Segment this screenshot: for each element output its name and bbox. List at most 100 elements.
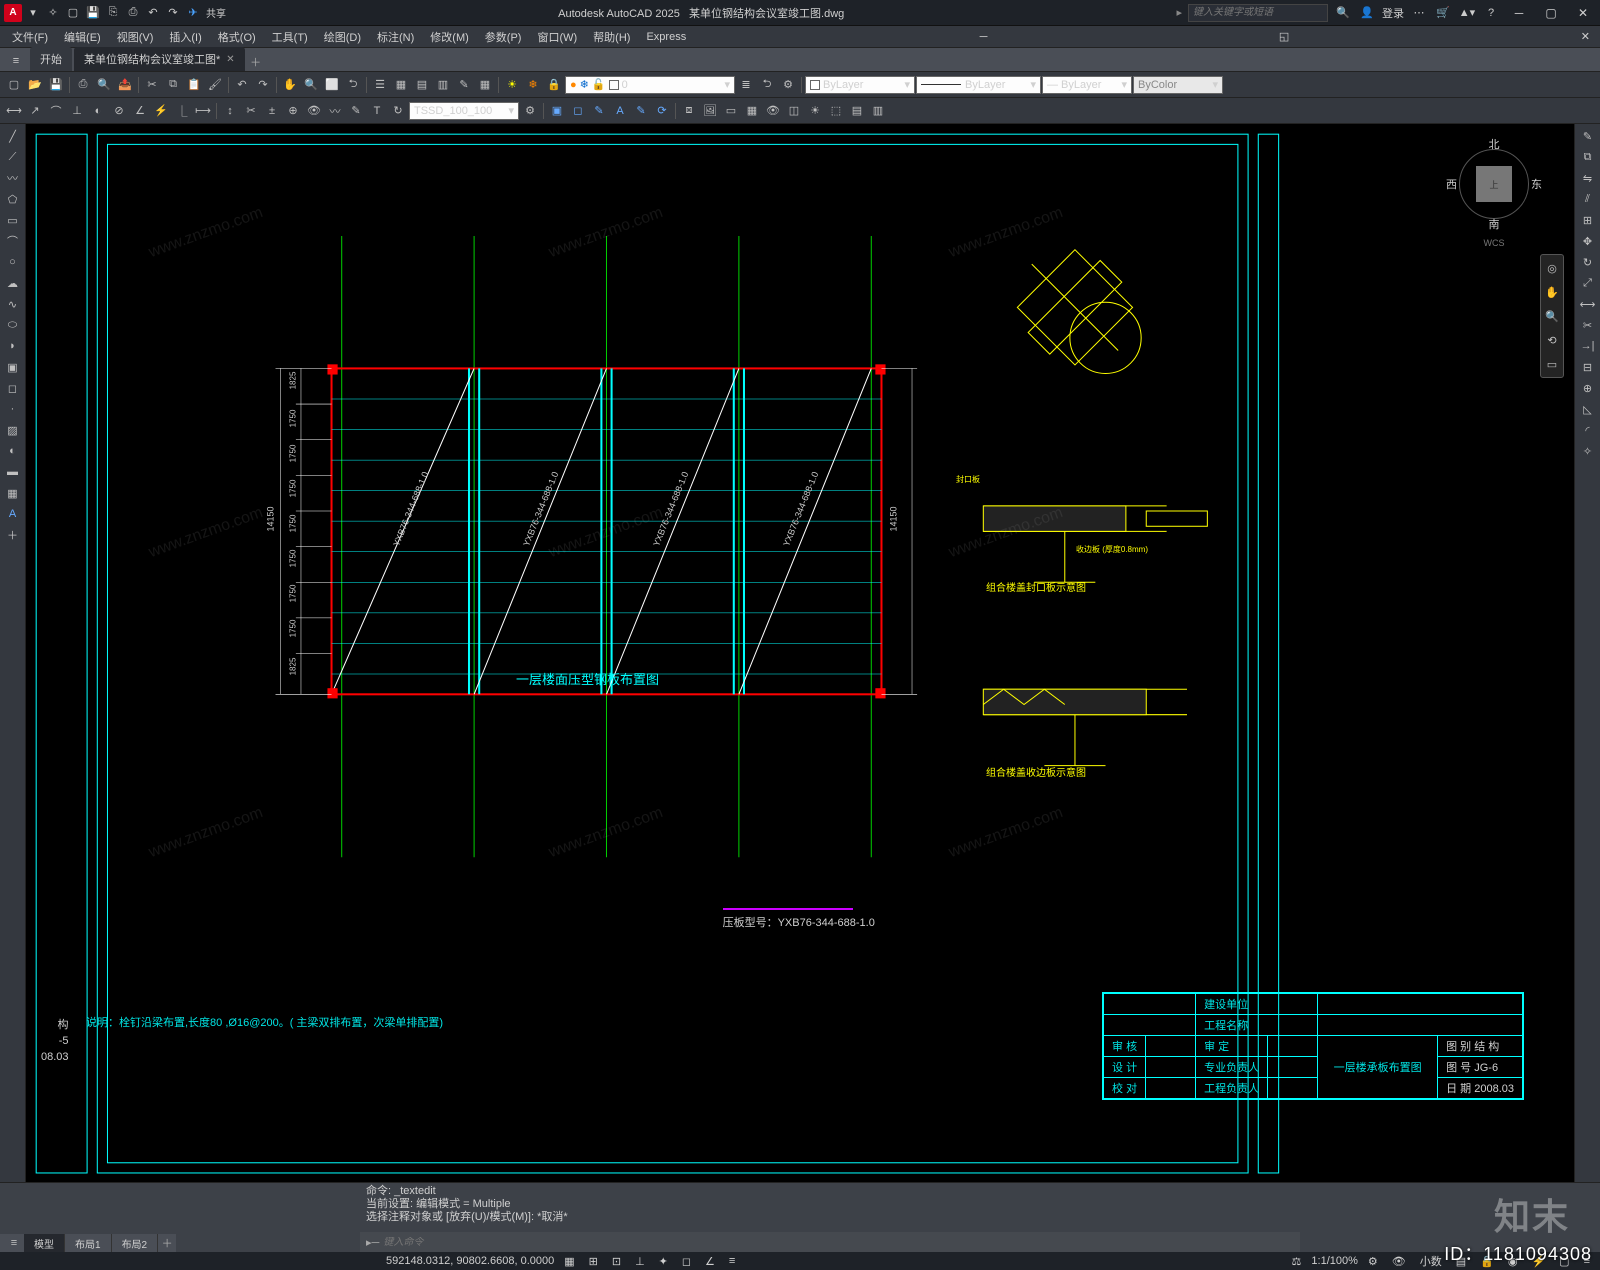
misc3-icon[interactable]: ▥ <box>868 101 888 121</box>
view-icon[interactable]: 👁 <box>763 101 783 121</box>
cut-icon[interactable]: ✂ <box>142 75 162 95</box>
redo-icon[interactable]: ↷ <box>164 4 182 22</box>
viewcube-wcs[interactable]: WCS <box>1484 238 1505 248</box>
design-center-icon[interactable]: ▦ <box>391 75 411 95</box>
lwt-button[interactable]: ≡ <box>725 1255 739 1267</box>
menu-insert[interactable]: 插入(I) <box>161 27 209 47</box>
zoom-rt-icon[interactable]: 🔍 <box>301 75 321 95</box>
mirror-icon[interactable]: ⇋ <box>1577 168 1599 188</box>
polyline-icon[interactable]: 〰 <box>2 168 24 188</box>
search-caret-icon[interactable]: ▸ <box>1176 6 1182 19</box>
nav-orbit-icon[interactable]: ⟲ <box>1542 330 1562 350</box>
jog-icon[interactable]: 〰 <box>325 101 345 121</box>
paste-icon[interactable]: 📋 <box>184 75 204 95</box>
scale-icon[interactable]: ⤢ <box>1577 273 1599 293</box>
quickcalc-icon[interactable]: ▦ <box>475 75 495 95</box>
addsel-icon[interactable]: ＋ <box>2 525 24 545</box>
circle-icon[interactable]: ○ <box>2 252 24 272</box>
doc-restore-button[interactable]: ◱ <box>1273 30 1295 43</box>
make-block-icon[interactable]: ◻ <box>2 378 24 398</box>
join-icon[interactable]: ⊕ <box>1577 378 1599 398</box>
dim-diameter-icon[interactable]: ⊘ <box>109 101 129 121</box>
dim-ordinate-icon[interactable]: ⊥ <box>67 101 87 121</box>
nav-zoom-icon[interactable]: 🔍 <box>1542 306 1562 326</box>
share-icon[interactable]: ✈ <box>184 4 202 22</box>
offset-icon[interactable]: ⫽ <box>1577 189 1599 209</box>
menu-draw[interactable]: 绘图(D) <box>316 27 369 47</box>
menu-view[interactable]: 视图(V) <box>109 27 162 47</box>
doc-close-button[interactable]: ✕ <box>1575 30 1596 43</box>
viewcube-east[interactable]: 东 <box>1531 176 1542 192</box>
polygon-icon[interactable]: ⬠ <box>2 189 24 209</box>
maximize-button[interactable]: ▢ <box>1538 3 1564 23</box>
search-icon[interactable]: 🔍 <box>1334 4 1352 22</box>
dimstyle-btn-icon[interactable]: ⚙ <box>520 101 540 121</box>
save-icon[interactable]: 💾 <box>84 4 102 22</box>
tab-layout2[interactable]: 布局2 <box>112 1234 159 1253</box>
explode-icon[interactable]: ✧ <box>1577 441 1599 461</box>
redo-btn-icon[interactable]: ↷ <box>253 75 273 95</box>
saveas-icon[interactable]: ⎘ <box>104 4 122 22</box>
user-icon[interactable]: 👤 <box>1358 4 1376 22</box>
gradient-icon[interactable]: ◐ <box>2 441 24 461</box>
xref-icon[interactable]: ⧈ <box>679 101 699 121</box>
center-mark-icon[interactable]: ⊕ <box>283 101 303 121</box>
view-cube[interactable]: 北 南 东 西 上 WCS <box>1454 144 1534 224</box>
dimstyle-dropdown[interactable]: TSSD_100_100▾ <box>409 102 519 120</box>
block-create-icon[interactable]: ◻ <box>568 101 588 121</box>
workspace-button[interactable]: ⚙ <box>1364 1255 1382 1268</box>
copy-obj-icon[interactable]: ⧉ <box>1577 147 1599 167</box>
command-input[interactable] <box>383 1237 1294 1248</box>
trim-icon[interactable]: ✂ <box>1577 315 1599 335</box>
dim-space-icon[interactable]: ↕ <box>220 101 240 121</box>
viewcube-north[interactable]: 北 <box>1489 136 1500 152</box>
dim-aligned-icon[interactable]: ↗ <box>25 101 45 121</box>
menu-format[interactable]: 格式(O) <box>210 27 264 47</box>
zoom-win-icon[interactable]: ⬜ <box>322 75 342 95</box>
3d-icon[interactable]: ◫ <box>784 101 804 121</box>
dim-quick-icon[interactable]: ⚡ <box>151 101 171 121</box>
block-insert-icon[interactable]: ▣ <box>547 101 567 121</box>
properties-icon[interactable]: ☰ <box>370 75 390 95</box>
tab-close-icon[interactable]: ✕ <box>226 54 234 65</box>
nav-pan-icon[interactable]: ✋ <box>1542 282 1562 302</box>
polar-button[interactable]: ✦ <box>655 1255 672 1268</box>
cart-icon[interactable]: 🛒 <box>1434 4 1452 22</box>
lineweight-dropdown[interactable]: —ByLayer▾ <box>1042 76 1132 94</box>
publish-icon[interactable]: 📤 <box>115 75 135 95</box>
menu-parametric[interactable]: 参数(P) <box>477 27 530 47</box>
dim-tedit-icon[interactable]: T <box>367 101 387 121</box>
insert-block-icon[interactable]: ▣ <box>2 357 24 377</box>
layer-prev-icon[interactable]: ⮌ <box>757 75 777 95</box>
attr-sync-icon[interactable]: ⟳ <box>652 101 672 121</box>
arc-icon[interactable]: ⌒ <box>2 231 24 251</box>
color-dropdown[interactable]: ByLayer▾ <box>805 76 915 94</box>
attr-edit-icon[interactable]: ✎ <box>631 101 651 121</box>
open-file-icon[interactable]: 📂 <box>25 75 45 95</box>
table-icon[interactable]: ▦ <box>2 483 24 503</box>
extend-icon[interactable]: →| <box>1577 336 1599 356</box>
inspect-icon[interactable]: 👁 <box>304 101 324 121</box>
tool-palette-icon[interactable]: ▤ <box>412 75 432 95</box>
layer-freeze-icon[interactable]: ❄ <box>523 75 543 95</box>
dim-update-icon[interactable]: ↻ <box>388 101 408 121</box>
app-menu-icon[interactable]: ≡ <box>6 51 26 71</box>
layer-states-icon[interactable]: ≣ <box>736 75 756 95</box>
nav-wheel-icon[interactable]: ◎ <box>1542 258 1562 278</box>
dim-break-icon[interactable]: ✂ <box>241 101 261 121</box>
close-button[interactable]: ✕ <box>1570 3 1596 23</box>
help-search-input[interactable] <box>1188 4 1328 22</box>
menu-tools[interactable]: 工具(T) <box>264 27 316 47</box>
model-space-button[interactable]: ▦ <box>560 1255 578 1268</box>
layer-dropdown[interactable]: ●❄🔓0▾ <box>565 76 735 94</box>
zoom-prev-icon[interactable]: ⮌ <box>343 75 363 95</box>
ellipse-arc-icon[interactable]: ◗ <box>2 336 24 356</box>
menu-file[interactable]: 文件(F) <box>4 27 56 47</box>
layer-tool-icon[interactable]: ⚙ <box>778 75 798 95</box>
snap-button[interactable]: ⊡ <box>608 1255 625 1268</box>
app-logo-icon[interactable]: A <box>4 4 22 22</box>
login-label[interactable]: 登录 <box>1382 5 1404 21</box>
rotate-icon[interactable]: ↻ <box>1577 252 1599 272</box>
tolerance-icon[interactable]: ± <box>262 101 282 121</box>
units-button[interactable]: 小数 <box>1416 1253 1446 1269</box>
